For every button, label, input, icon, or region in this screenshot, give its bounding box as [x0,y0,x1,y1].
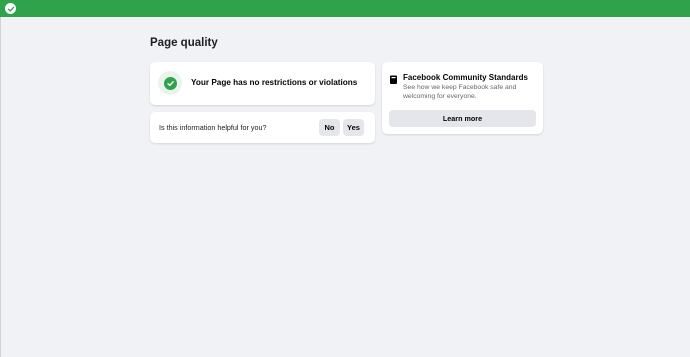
community-standards-title: Facebook Community Standards [403,73,528,82]
community-standards-card: Facebook Community Standards See how we … [382,62,543,134]
no-button[interactable]: No [319,119,340,136]
yes-button[interactable]: Yes [343,119,364,136]
community-standards-description: See how we keep Facebook safe and welcom… [403,84,517,100]
learn-more-button[interactable]: Learn more [389,110,536,127]
page-title: Page quality [150,37,218,49]
status-icon-badge [158,71,182,95]
check-circle-icon [163,76,177,90]
window-edge [0,0,1,357]
book-icon [389,72,398,84]
feedback-card: Is this information helpful for you? No … [150,112,375,143]
page-root: Page quality Your Page has no restrictio… [0,0,690,357]
status-card: Your Page has no restrictions or violati… [150,62,375,105]
check-circle-icon [5,3,16,14]
feedback-question: Is this information helpful for you? [159,123,267,132]
top-banner [0,0,690,17]
status-message: Your Page has no restrictions or violati… [191,78,358,87]
